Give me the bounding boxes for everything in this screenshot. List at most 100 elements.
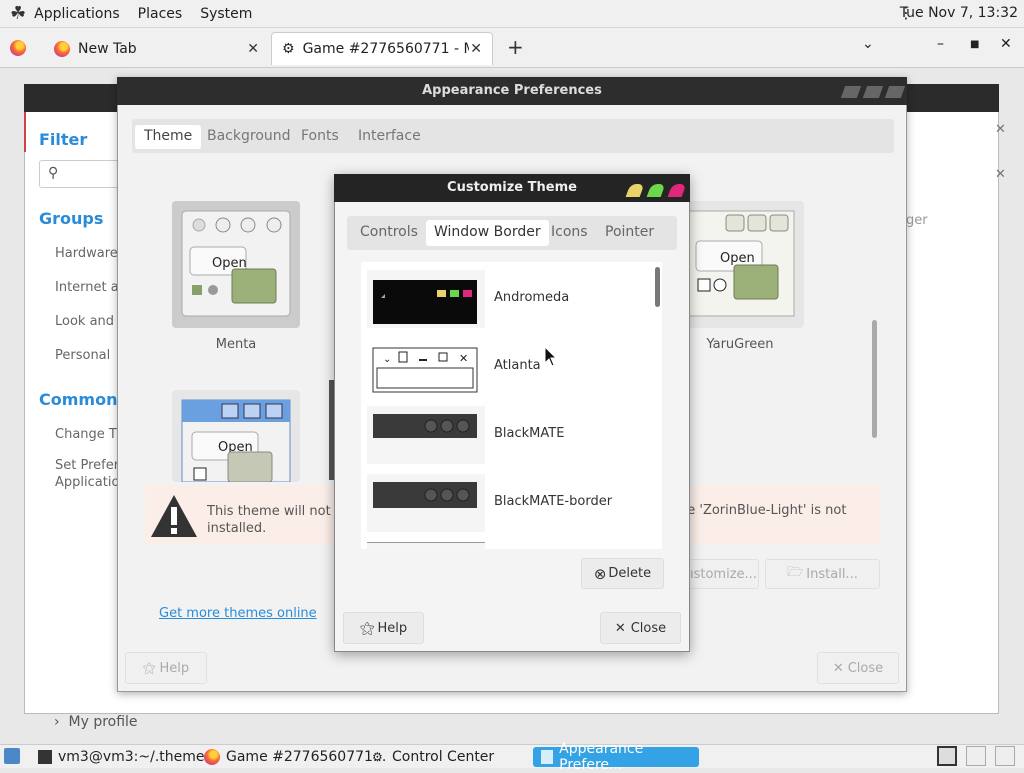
close-icon: ✕ (614, 620, 626, 636)
chevron-down-icon[interactable]: ⌄ (862, 36, 874, 52)
svg-text:Open: Open (720, 251, 755, 266)
customize-theme-tabs: Controls Window Border Icons Pointer (347, 216, 677, 250)
task-firefox[interactable]: Game #2776560771... (204, 747, 386, 767)
yarugreen-thumb-icon: Open (685, 210, 795, 317)
tab-interface[interactable]: Interface (349, 125, 430, 149)
list-item[interactable]: BlackMATE-border (361, 470, 651, 534)
filter-heading: Filter (39, 130, 88, 149)
task-control-center[interactable]: ⚙ Control Center (372, 747, 494, 767)
appearance-help-button[interactable]: ⚝ Help (125, 652, 207, 684)
group-internet[interactable]: Internet ar (55, 280, 124, 295)
common-change-theme[interactable]: Change Th (55, 427, 125, 442)
list-item[interactable]: BlackMATE (361, 402, 651, 466)
ct-help-button[interactable]: ⚝ Help (343, 612, 424, 644)
task-appearance[interactable]: Appearance Prefere... (533, 741, 699, 773)
svg-text:✕: ✕ (459, 352, 468, 365)
applications-menu[interactable]: Applications (34, 6, 120, 22)
close-window-icon[interactable]: ✕ (1000, 36, 1012, 52)
search-icon: ⚲ (48, 165, 59, 181)
tab-pointer[interactable]: Pointer (597, 220, 662, 246)
blue-thumb-icon: Open (181, 399, 291, 483)
ct-close-button[interactable]: ✕ Close (600, 612, 681, 644)
system-menu[interactable]: System (200, 6, 252, 22)
search-input[interactable]: ⚲ (39, 160, 119, 188)
border-name: BlackMATE-border (494, 494, 613, 509)
terminal-icon (38, 750, 52, 764)
theme-preview-menta[interactable]: Open (172, 201, 300, 328)
browser-tab-bar: New Tab ✕ ⚙ Game #2776560771 - Mines ✕ +… (0, 28, 1024, 68)
minimize-icon[interactable]: – (937, 36, 944, 52)
mouse-pointer-icon (545, 347, 557, 367)
close-icon[interactable]: ✕ (247, 41, 259, 57)
new-tab-button[interactable]: + (507, 35, 524, 59)
help-icon: ⚝ (142, 660, 156, 676)
tab-controls[interactable]: Controls (352, 220, 426, 246)
task-terminal[interactable]: vm3@vm3:~/.themes (38, 747, 212, 767)
list-item[interactable]: ⌄ ✕ Atlanta (361, 334, 651, 398)
firefox-tab-icon (54, 40, 70, 57)
tab-game[interactable]: ⚙ Game #2776560771 - Mines ✕ (271, 32, 493, 65)
list-item[interactable] (361, 538, 651, 549)
appearance-icon (541, 750, 554, 764)
my-profile-item[interactable]: › My profile (54, 714, 138, 730)
border-name: Andromeda (494, 290, 570, 305)
atlanta-preview: ⌄ ✕ (367, 338, 485, 396)
workspace-1[interactable] (937, 746, 957, 766)
groups-heading: Groups (39, 209, 104, 228)
tab-fonts[interactable]: Fonts (292, 125, 348, 149)
clock[interactable]: Tue Nov 7, 13:32 (900, 5, 1018, 21)
window-border-list[interactable]: Andromeda ⌄ ✕ Atlanta BlackMATE BlackMAT… (361, 262, 662, 549)
blackmate-border-preview (367, 474, 485, 532)
close-icon[interactable]: ✕ (470, 41, 482, 57)
common-applications[interactable]: Applicatio (55, 475, 119, 490)
tab-theme[interactable]: Theme (135, 125, 202, 149)
delete-button[interactable]: ⊗ Delete (581, 558, 664, 589)
gear-icon: ⚙ (282, 41, 295, 57)
maximize-icon[interactable]: ■ (970, 39, 979, 50)
appearance-tabs: Theme Background Fonts Interface (132, 119, 894, 153)
places-menu[interactable]: Places (138, 6, 183, 22)
tab-new-tab[interactable]: New Tab ✕ (44, 32, 269, 65)
tab-label: New Tab (78, 40, 137, 57)
list-scrollbar[interactable] (655, 267, 660, 307)
tab-background[interactable]: Background (198, 125, 300, 149)
warning-text: This theme will not lo installed. (207, 504, 347, 536)
bottom-taskbar: vm3@vm3:~/.themes Game #2776560771... ⚙ … (0, 741, 1024, 773)
firefox-icon (204, 749, 220, 765)
list-item[interactable]: Andromeda (361, 266, 651, 330)
theme-name-yarugreen: YaruGreen (706, 337, 774, 352)
theme-preview-blue[interactable]: Open (172, 390, 300, 483)
appearance-close-button[interactable]: ✕ Close (817, 652, 899, 684)
folder-icon: 🗁 (787, 565, 804, 580)
theme-scrollbar[interactable] (872, 320, 877, 438)
tab-icons[interactable]: Icons (543, 220, 596, 246)
border-name: Atlanta (494, 358, 541, 373)
workspace-2[interactable] (966, 746, 986, 766)
theme-preview-yarugreen[interactable]: Open (676, 201, 804, 328)
common-set-preferred[interactable]: Set Prefere (55, 458, 127, 473)
workspace-3[interactable] (995, 746, 1015, 766)
top-panel: ☘ Applications Places System ⋮ Tue Nov 7… (0, 0, 1024, 28)
firefox-icon[interactable] (10, 40, 26, 56)
close-icon[interactable]: ✕ (995, 167, 1006, 182)
cc-accent-bar (24, 112, 26, 152)
customize-button[interactable]: ıstomize... (689, 559, 759, 589)
install-button[interactable]: 🗁 Install... (765, 559, 880, 589)
more-themes-link[interactable]: Get more themes online (159, 606, 317, 621)
group-look-and-feel[interactable]: Look and F (55, 314, 126, 329)
help-icon: ⚝ (359, 619, 375, 637)
warning-icon (151, 495, 197, 537)
border-name: BlackMATE (494, 426, 565, 441)
cc-right-hint: ger (906, 213, 928, 228)
gnome-foot-icon[interactable]: ☘ (10, 3, 26, 24)
next-border-preview (367, 542, 485, 549)
close-icon[interactable]: ✕ (995, 122, 1006, 137)
appearance-titlebar: Appearance Preferences (117, 77, 907, 105)
warning-text-right: ne 'ZorinBlue-Light' is not (679, 503, 847, 518)
group-hardware[interactable]: Hardware (55, 246, 118, 261)
group-personal[interactable]: Personal (55, 348, 110, 363)
tab-window-border[interactable]: Window Border (426, 220, 549, 246)
show-desktop-icon[interactable] (4, 748, 20, 764)
control-center-icon: ⚙ (372, 750, 383, 764)
theme-name-menta: Menta (215, 337, 257, 352)
